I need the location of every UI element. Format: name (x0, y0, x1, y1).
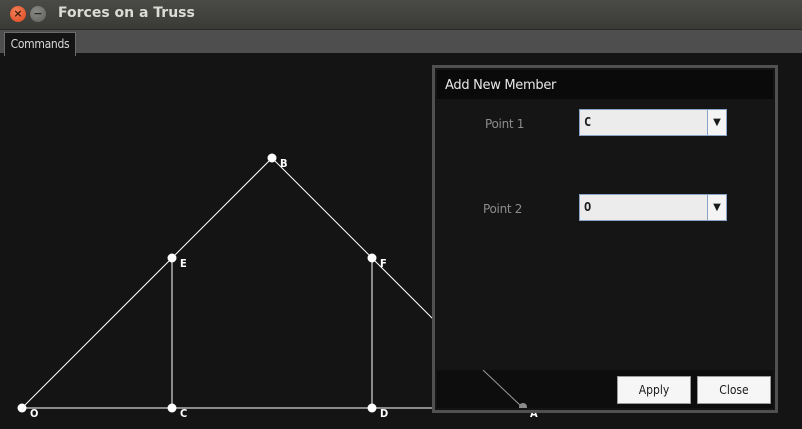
truss-node-label-E: E (180, 257, 187, 270)
window-titlebar: × − Forces on a Truss (0, 0, 802, 30)
truss-node-C[interactable] (167, 403, 177, 413)
add-member-dialog: Add New Member Point 1 C ▼ Point 2 O ▼ A… (432, 65, 778, 413)
truss-node-label-B: B (280, 157, 288, 170)
dialog-body: Point 1 C ▼ Point 2 O ▼ (437, 99, 773, 370)
truss-node-B[interactable] (267, 153, 277, 163)
window-title: Forces on a Truss (58, 5, 195, 21)
chevron-down-icon[interactable]: ▼ (707, 110, 726, 135)
chevron-down-icon[interactable]: ▼ (707, 195, 726, 220)
dialog-header: Add New Member (437, 70, 773, 99)
truss-node-F[interactable] (367, 253, 377, 263)
truss-node-label-F: F (380, 257, 387, 270)
truss-node-O[interactable] (17, 403, 27, 413)
close-button[interactable]: Close (697, 376, 771, 404)
point1-value: C (584, 115, 592, 129)
tab-strip: Commands (0, 30, 802, 56)
point1-select[interactable]: C ▼ (579, 109, 727, 136)
truss-member-BF (271, 157, 373, 259)
truss-node-label-O: O (30, 407, 38, 420)
point2-select[interactable]: O ▼ (579, 194, 727, 221)
truss-node-E[interactable] (167, 253, 177, 263)
truss-member-OE (21, 257, 173, 409)
window-minimize-button[interactable]: − (30, 6, 46, 22)
apply-button[interactable]: Apply (617, 376, 691, 404)
window-close-button[interactable]: × (10, 6, 26, 22)
truss-node-label-D: D (380, 407, 388, 420)
dialog-footer: Apply Close (437, 370, 773, 408)
dialog-title: Add New Member (445, 78, 557, 93)
truss-node-label-C: C (180, 407, 187, 420)
truss-member-EB (171, 157, 273, 259)
truss-node-D[interactable] (367, 403, 377, 413)
point2-label: Point 2 (483, 202, 523, 216)
point1-label: Point 1 (485, 117, 525, 131)
point2-value: O (584, 200, 592, 214)
